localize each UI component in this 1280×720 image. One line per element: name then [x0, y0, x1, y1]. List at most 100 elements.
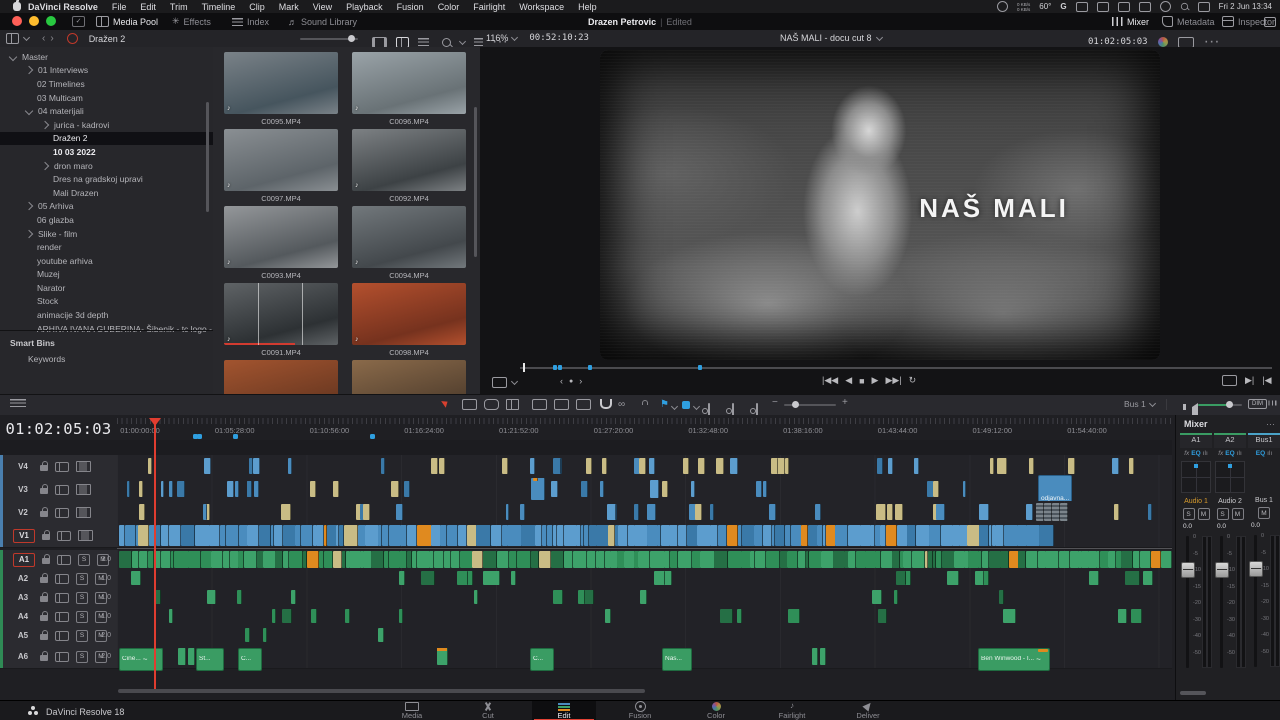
timeline-clip[interactable] [587, 551, 596, 568]
timeline-volume-slider[interactable] [1198, 404, 1242, 406]
media-clip[interactable]: ♪C0098.MP4 [352, 283, 466, 357]
viewer-marker[interactable] [698, 365, 702, 370]
menu-workspace[interactable]: Workspace [519, 2, 564, 12]
track-header-A3[interactable]: A3SM1.0 [0, 588, 118, 608]
named-audio-clip[interactable]: Cine...~ [119, 648, 163, 671]
timeline-clip[interactable] [990, 458, 994, 474]
timeline-clip[interactable] [169, 609, 173, 623]
timeline-clip[interactable] [531, 551, 540, 568]
timeline-clip[interactable] [272, 609, 276, 623]
timeline-clip[interactable] [247, 481, 252, 497]
timeline-clip[interactable] [127, 481, 130, 497]
mixer-scrollbar[interactable] [1180, 691, 1206, 695]
timeline-clip[interactable] [771, 458, 778, 474]
timeline-clip[interactable] [539, 551, 551, 568]
timeline-clip[interactable] [737, 609, 743, 623]
zoom-in-icon[interactable]: + [842, 397, 848, 408]
timeline-clip[interactable] [683, 458, 689, 474]
timeline-clip[interactable] [259, 525, 271, 546]
track-lane-A6[interactable]: Cine...~St...C...C...Nas...Ben Winwood -… [117, 645, 1172, 669]
timeline-clip[interactable] [483, 571, 500, 585]
timeline-clip[interactable] [253, 458, 260, 474]
timeline-clip[interactable] [521, 525, 535, 546]
lock-icon[interactable] [40, 488, 48, 494]
bin-item[interactable]: youtube arhiva [0, 254, 213, 268]
bin-expand-arrow[interactable] [25, 107, 33, 115]
flag-icon[interactable]: ⚑ [660, 399, 669, 410]
zoom-window-button[interactable] [46, 16, 56, 26]
timeline-clip[interactable] [912, 551, 925, 568]
timeline-clip[interactable] [148, 458, 151, 474]
timeline-clip[interactable] [235, 481, 238, 497]
auto-select-icon[interactable] [55, 631, 69, 641]
track-thumbnail-icon[interactable] [76, 461, 91, 472]
media-pool-toggle[interactable]: Media Pool [96, 13, 158, 30]
timeline-clip[interactable] [947, 571, 959, 585]
timeline-clip[interactable] [1148, 504, 1151, 520]
menu-davinci-resolve[interactable]: DaVinci Resolve [28, 2, 98, 12]
timeline-clip[interactable] [247, 525, 259, 546]
timeline-clip[interactable] [710, 525, 718, 546]
bin-item[interactable]: 02 Timelines [0, 77, 213, 91]
timeline-clip[interactable] [1108, 551, 1116, 568]
media-clip[interactable]: ♪C0093.MP4 [224, 206, 338, 280]
track-lane-A5[interactable] [117, 626, 1172, 646]
timeline-clip[interactable] [670, 551, 678, 568]
timeline-clip[interactable] [618, 525, 628, 546]
bin-item[interactable]: 03 Multicam [0, 91, 213, 105]
timeline-clip[interactable] [716, 458, 724, 474]
timeline-marker[interactable] [197, 434, 202, 439]
timeline-clip[interactable] [502, 458, 507, 474]
eq-button[interactable]: EQ [1225, 450, 1234, 457]
lock-icon[interactable] [40, 511, 48, 517]
bin-item[interactable]: 05 Arhiva [0, 200, 213, 214]
timeline-clip[interactable] [755, 551, 766, 568]
timeline-clip[interactable] [833, 551, 844, 568]
prev-edit-icon[interactable]: |◀ [1262, 375, 1271, 386]
timeline-clip[interactable] [848, 551, 856, 568]
selection-mode-icon[interactable] [441, 398, 450, 407]
audio-clip[interactable] [820, 648, 826, 665]
track-name-V4[interactable]: V4 [13, 461, 33, 473]
timeline-clip[interactable] [460, 551, 473, 568]
track-lane-A4[interactable] [117, 607, 1172, 627]
timeline-clip[interactable] [691, 481, 695, 497]
timeline-clip[interactable] [371, 551, 384, 568]
timeline-clip[interactable] [1004, 525, 1018, 546]
lock-icon[interactable] [40, 596, 48, 602]
timeline-clip[interactable] [263, 551, 275, 568]
viewer-size-icon[interactable] [492, 377, 507, 388]
timeline-clip[interactable] [896, 571, 906, 585]
timeline-clip[interactable] [763, 481, 767, 497]
snapping-icon[interactable] [600, 399, 612, 409]
track-lane-V4[interactable] [117, 455, 1172, 479]
timeline-clip[interactable] [517, 551, 531, 568]
timeline-clip[interactable] [975, 571, 984, 585]
timeline-clip[interactable] [119, 551, 132, 568]
play-button[interactable]: ▶ [872, 375, 879, 386]
bin-item[interactable]: jurica - kadrovi [0, 118, 213, 132]
viewer-zoom-level[interactable]: 116% [486, 33, 508, 43]
bin-item[interactable]: 01 Interviews [0, 64, 213, 78]
track-header-A4[interactable]: A4SM1.0 [0, 607, 118, 627]
auto-select-icon[interactable] [55, 508, 69, 518]
timeline-clip[interactable] [237, 590, 243, 604]
timeline-clip[interactable] [897, 525, 908, 546]
timeline-clip[interactable] [211, 551, 223, 568]
timeline-clip[interactable] [916, 525, 930, 546]
timeline-clip[interactable] [316, 525, 323, 546]
timeline-clip[interactable] [275, 551, 283, 568]
timeline-clip[interactable] [634, 504, 639, 520]
timeline-clip[interactable] [989, 551, 1001, 568]
timeline-clip[interactable] [741, 551, 750, 568]
bin-item[interactable]: Stock [0, 295, 213, 309]
timeline-clip[interactable] [404, 481, 410, 497]
timeline-clip[interactable] [1029, 458, 1034, 474]
lock-icon[interactable] [40, 577, 48, 583]
eq-button[interactable]: EQ [1256, 450, 1265, 457]
bin-sidebar-toggle[interactable] [6, 33, 19, 44]
audio-clip[interactable] [437, 648, 448, 665]
audio-clip[interactable] [178, 648, 186, 665]
timeline-clip[interactable] [1131, 609, 1142, 623]
fx-button[interactable]: fx [1184, 450, 1189, 457]
